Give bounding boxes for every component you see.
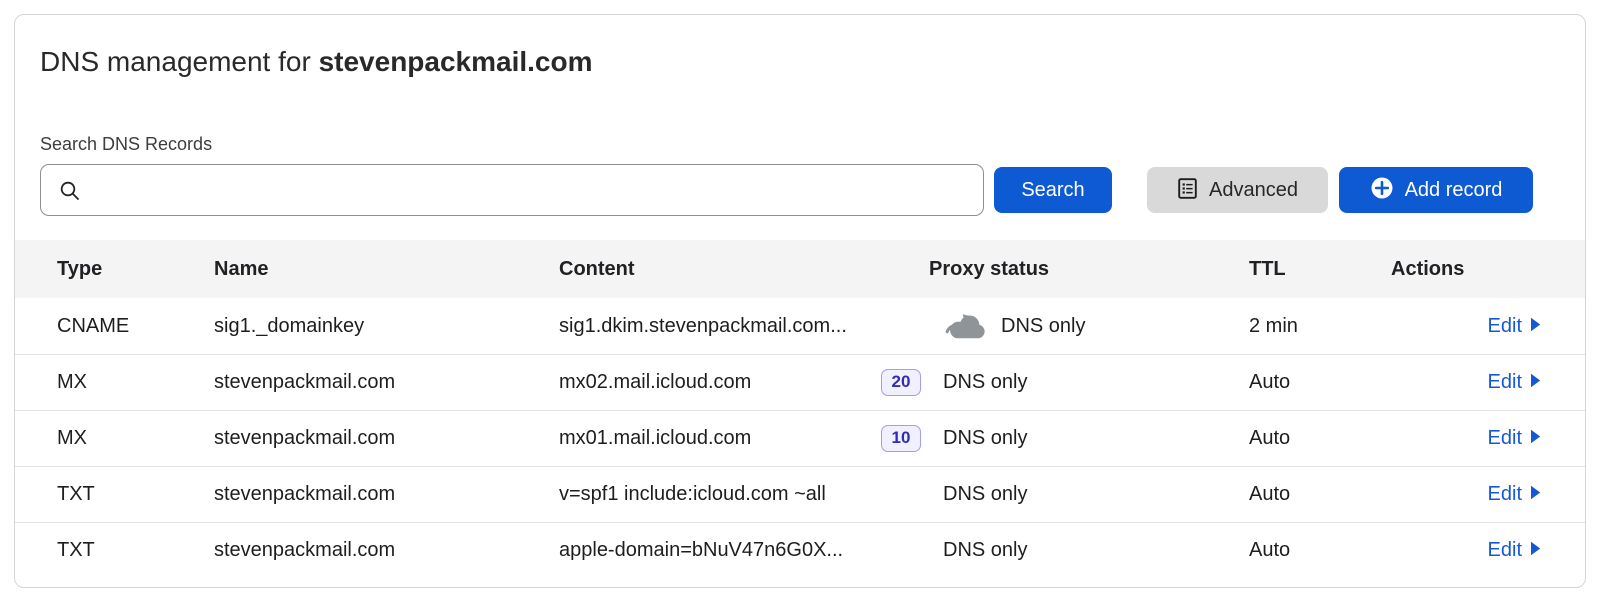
edit-button-label: Edit: [1488, 315, 1522, 338]
proxy-status-text: DNS only: [943, 427, 1027, 450]
proxy-status-text: DNS only: [943, 371, 1027, 394]
record-content: v=spf1 include:icloud.com ~all: [559, 483, 881, 506]
edit-button-label: Edit: [1488, 539, 1522, 562]
record-ttl: Auto: [1249, 539, 1391, 562]
edit-button[interactable]: Edit: [1488, 427, 1541, 450]
table-header-row: Type Name Content Proxy status TTL Actio…: [15, 240, 1585, 298]
search-label: Search DNS Records: [40, 133, 1560, 155]
record-content: apple-domain=bNuV47n6G0X...: [559, 539, 881, 562]
header-content: Content: [559, 258, 881, 281]
record-type: TXT: [15, 539, 214, 562]
header-name: Name: [214, 258, 559, 281]
search-controls: Search Advanced: [40, 164, 1560, 216]
table-row: TXT stevenpackmail.com v=spf1 include:ic…: [15, 466, 1585, 522]
header-ttl: TTL: [1249, 258, 1391, 281]
record-ttl: Auto: [1249, 483, 1391, 506]
card-top-section: DNS management for stevenpackmail.com Se…: [15, 15, 1585, 216]
proxy-status-cell: DNS only: [881, 483, 1249, 506]
record-ttl: Auto: [1249, 371, 1391, 394]
add-record-button[interactable]: Add record: [1339, 167, 1533, 213]
page-title-domain: stevenpackmail.com: [319, 46, 593, 77]
edit-button[interactable]: Edit: [1488, 315, 1541, 338]
table-row: CNAME sig1._domainkey sig1.dkim.stevenpa…: [15, 298, 1585, 354]
page-title-prefix: DNS management for: [40, 46, 319, 77]
record-content: mx02.mail.icloud.com: [559, 371, 881, 394]
priority-badge: 20: [881, 369, 921, 396]
proxy-status-cell: DNS only: [881, 539, 1249, 562]
record-name: sig1._domainkey: [214, 315, 559, 338]
search-input[interactable]: [41, 165, 983, 215]
edit-button-label: Edit: [1488, 483, 1522, 506]
edit-button[interactable]: Edit: [1488, 483, 1541, 506]
triangle-right-icon: [1530, 483, 1541, 506]
plus-circle-icon: [1370, 176, 1394, 204]
page-title: DNS management for stevenpackmail.com: [40, 45, 1560, 79]
list-document-icon: [1177, 177, 1198, 204]
record-ttl: Auto: [1249, 427, 1391, 450]
priority-slot: 10: [881, 425, 933, 452]
proxy-status-cell: 20 DNS only: [881, 369, 1249, 396]
search-icon: [59, 180, 81, 207]
proxy-status-cell: 10 DNS only: [881, 425, 1249, 452]
edit-button[interactable]: Edit: [1488, 539, 1541, 562]
search-input-wrapper[interactable]: [40, 164, 984, 216]
record-type: CNAME: [15, 315, 214, 338]
advanced-button-label: Advanced: [1209, 180, 1298, 200]
search-button-label: Search: [1021, 180, 1084, 200]
proxy-status-text: DNS only: [943, 483, 1027, 506]
table-row: MX stevenpackmail.com mx01.mail.icloud.c…: [15, 410, 1585, 466]
record-ttl: 2 min: [1249, 315, 1391, 338]
record-name: stevenpackmail.com: [214, 483, 559, 506]
record-type: MX: [15, 427, 214, 450]
proxy-status-cell: DNS only: [881, 309, 1249, 343]
edit-button-label: Edit: [1488, 371, 1522, 394]
triangle-right-icon: [1530, 539, 1541, 562]
header-actions: Actions: [1391, 258, 1585, 281]
table-row: MX stevenpackmail.com mx02.mail.icloud.c…: [15, 354, 1585, 410]
cloud-arrow-icon: [943, 309, 989, 343]
header-proxy-status: Proxy status: [881, 258, 1249, 281]
add-record-button-label: Add record: [1405, 180, 1503, 200]
proxy-status-text: DNS only: [1001, 315, 1085, 338]
table-body: CNAME sig1._domainkey sig1.dkim.stevenpa…: [15, 298, 1585, 578]
priority-badge: 10: [881, 425, 921, 452]
edit-button[interactable]: Edit: [1488, 371, 1541, 394]
dns-management-card: DNS management for stevenpackmail.com Se…: [14, 14, 1586, 588]
record-type: MX: [15, 371, 214, 394]
record-name: stevenpackmail.com: [214, 371, 559, 394]
record-content: sig1.dkim.stevenpackmail.com...: [559, 315, 881, 338]
search-button[interactable]: Search: [994, 167, 1112, 213]
header-type: Type: [15, 258, 214, 281]
proxy-status-text: DNS only: [943, 539, 1027, 562]
record-type: TXT: [15, 483, 214, 506]
priority-slot: 20: [881, 369, 933, 396]
triangle-right-icon: [1530, 371, 1541, 394]
record-name: stevenpackmail.com: [214, 427, 559, 450]
record-name: stevenpackmail.com: [214, 539, 559, 562]
advanced-button[interactable]: Advanced: [1147, 167, 1328, 213]
table-row: TXT stevenpackmail.com apple-domain=bNuV…: [15, 522, 1585, 578]
record-content: mx01.mail.icloud.com: [559, 427, 881, 450]
edit-button-label: Edit: [1488, 427, 1522, 450]
triangle-right-icon: [1530, 315, 1541, 338]
dns-records-table: Type Name Content Proxy status TTL Actio…: [15, 240, 1585, 578]
triangle-right-icon: [1530, 427, 1541, 450]
